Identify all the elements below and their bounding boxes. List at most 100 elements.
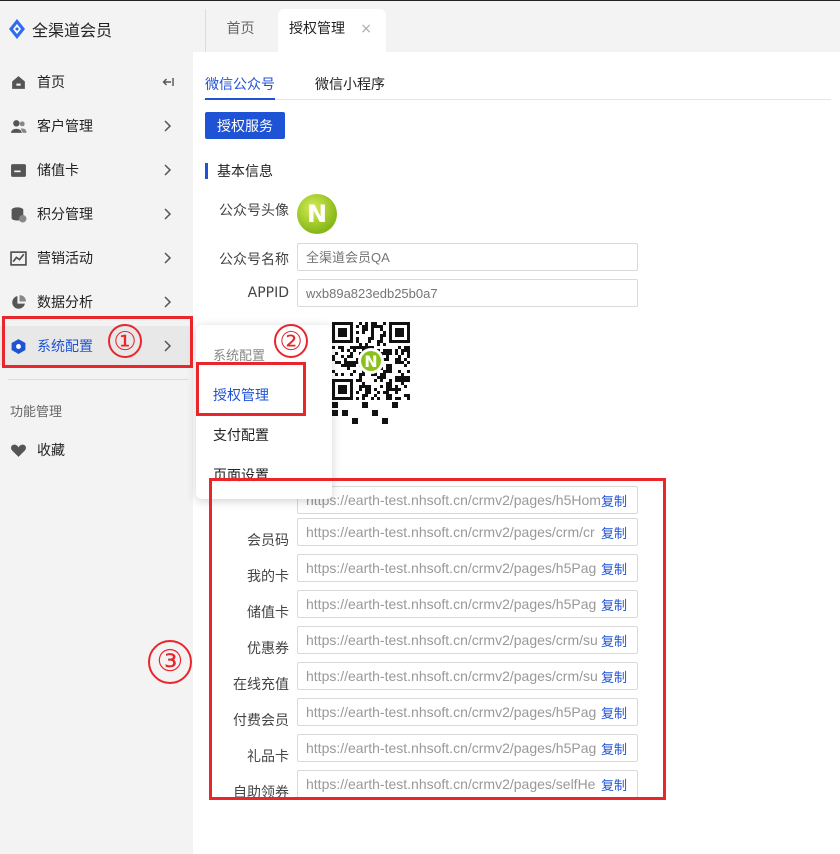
- sidebar-item-label: 数据分析: [37, 295, 93, 311]
- sidebar-item-customers[interactable]: 客户管理: [0, 106, 193, 146]
- close-icon[interactable]: ×: [360, 9, 372, 49]
- avatar-letter: N: [306, 200, 328, 228]
- heart-icon: [11, 444, 26, 457]
- link-field[interactable]: https://earth-test.nhsoft.cn/crmv2/pages…: [297, 554, 638, 582]
- users-icon: [11, 119, 27, 133]
- sidebar-item-home[interactable]: 首页: [0, 62, 193, 102]
- appid-label: APPID: [247, 285, 289, 301]
- tab-home[interactable]: 首页: [205, 9, 275, 53]
- link-url: https://earth-test.nhsoft.cn/crmv2/pages…: [306, 776, 596, 792]
- sidebar-section-title: 功能管理: [10, 405, 63, 420]
- account-name-label: 公众号名称: [219, 252, 289, 268]
- submenu-item-payment-config[interactable]: 支付配置: [213, 425, 269, 445]
- link-url: https://earth-test.nhsoft.cn/crmv2/pages…: [306, 704, 597, 720]
- chevron-right-icon: [164, 252, 172, 264]
- copy-button[interactable]: 复制: [601, 667, 637, 686]
- sidebar-divider: [8, 379, 188, 380]
- sidebar-item-favorites[interactable]: 收藏: [0, 430, 193, 470]
- copy-button[interactable]: 复制: [601, 775, 637, 794]
- sidebar-item-label: 首页: [37, 75, 65, 91]
- link-field[interactable]: https://earth-test.nhsoft.cn/crmv2/pages…: [297, 770, 638, 798]
- sidebar-item-label: 系统配置: [37, 339, 93, 355]
- brand: 全渠道会员: [8, 17, 112, 41]
- avatar: N: [297, 194, 337, 234]
- link-label: 在线充值: [233, 677, 289, 693]
- copy-button[interactable]: 复制: [601, 491, 637, 510]
- sidebar-item-points[interactable]: 积分管理: [0, 194, 193, 234]
- submenu-item-auth-management[interactable]: 授权管理: [213, 385, 269, 405]
- link-label: 储值卡: [247, 605, 289, 621]
- tab-auth-management[interactable]: 授权管理 ×: [278, 9, 386, 53]
- qr-code: N: [332, 322, 410, 424]
- system-config-submenu: 系统配置 授权管理 支付配置 页面设置: [196, 325, 332, 499]
- link-url: https://earth-test.nhsoft.cn/crmv2/pages…: [306, 632, 598, 648]
- link-url: https://earth-test.nhsoft.cn/crmv2/pages…: [306, 668, 598, 684]
- chevron-right-icon: [164, 296, 172, 308]
- logo-icon: [9, 19, 25, 39]
- section-title: 基本信息: [217, 164, 273, 180]
- sidebar-item-label: 储值卡: [37, 163, 79, 179]
- link-url: https://earth-test.nhsoft.cn/crmv2/pages…: [306, 560, 597, 576]
- submenu-item-page-settings[interactable]: 页面设置: [213, 465, 269, 485]
- app-title: 全渠道会员: [32, 21, 113, 40]
- pie-chart-icon: [12, 294, 26, 309]
- link-field[interactable]: https://earth-test.nhsoft.cn/crmv2/pages…: [297, 626, 638, 654]
- sidebar-item-label: 客户管理: [37, 119, 93, 135]
- annotation-number-3: ③: [148, 640, 192, 684]
- account-name-field[interactable]: [297, 243, 638, 271]
- annotation-number-2: ②: [274, 324, 308, 358]
- active-tab-indicator: [205, 98, 275, 100]
- link-label: 自助领券: [233, 785, 289, 801]
- section-basic-info: 基本信息: [205, 162, 273, 180]
- annotation-number-1: ①: [108, 324, 142, 358]
- link-label: 会员码: [247, 533, 289, 549]
- link-field[interactable]: https://earth-test.nhsoft.cn/crmv2/pages…: [297, 590, 638, 618]
- chevron-right-icon: [164, 208, 172, 220]
- link-label: 优惠券: [247, 641, 289, 657]
- copy-button[interactable]: 复制: [601, 523, 637, 542]
- sidebar-item-analytics[interactable]: 数据分析: [0, 282, 193, 322]
- tabs-divider: [203, 99, 831, 100]
- link-url: https://earth-test.nhsoft.cn/crmv2/pages…: [306, 740, 597, 756]
- home-icon: [12, 75, 25, 89]
- collapse-sidebar-icon[interactable]: [160, 75, 174, 89]
- tab-wechat-official-account[interactable]: 微信公众号: [205, 74, 275, 94]
- sidebar-item-system-config[interactable]: 系统配置: [0, 326, 193, 366]
- link-label: 付费会员: [233, 713, 289, 729]
- sidebar: 首页 客户管理 储值卡 积分管理 营销活动 数据分析 系统配置 功能管理 收藏: [0, 52, 193, 854]
- card-icon: [11, 163, 26, 177]
- copy-button[interactable]: 复制: [601, 595, 637, 614]
- auth-service-button[interactable]: 授权服务: [205, 112, 285, 139]
- sidebar-item-label: 积分管理: [37, 207, 93, 223]
- hexagon-icon: [11, 338, 26, 354]
- link-field[interactable]: https://earth-test.nhsoft.cn/crmv2/pages…: [297, 698, 638, 726]
- link-url: https://earth-test.nhsoft.cn/crmv2/pages…: [306, 492, 601, 508]
- link-url: https://earth-test.nhsoft.cn/crmv2/pages…: [306, 596, 597, 612]
- coins-icon: [11, 206, 27, 222]
- sidebar-item-marketing[interactable]: 营销活动: [0, 238, 193, 278]
- sidebar-item-label: 营销活动: [37, 251, 93, 267]
- tab-label: 授权管理: [289, 21, 345, 37]
- top-bar: 全渠道会员 首页 授权管理 ×: [0, 0, 840, 53]
- chevron-right-icon: [164, 164, 172, 176]
- copy-button[interactable]: 复制: [601, 559, 637, 578]
- chevron-right-icon: [164, 120, 172, 132]
- copy-button[interactable]: 复制: [601, 631, 637, 650]
- appid-field[interactable]: [297, 279, 638, 307]
- sidebar-item-stored-value-card[interactable]: 储值卡: [0, 150, 193, 190]
- section-accent-bar: [205, 163, 208, 179]
- copy-button[interactable]: 复制: [601, 739, 637, 758]
- tab-wechat-mini-program[interactable]: 微信小程序: [315, 74, 385, 94]
- sidebar-item-label: 收藏: [37, 443, 65, 459]
- avatar-label: 公众号头像: [219, 203, 289, 219]
- link-field[interactable]: https://earth-test.nhsoft.cn/crmv2/pages…: [297, 734, 638, 762]
- link-field[interactable]: https://earth-test.nhsoft.cn/crmv2/pages…: [297, 662, 638, 690]
- link-label: 我的卡: [247, 569, 289, 585]
- link-field[interactable]: https://earth-test.nhsoft.cn/crmv2/pages…: [297, 518, 638, 546]
- submenu-header: 系统配置: [213, 349, 266, 364]
- link-field[interactable]: https://earth-test.nhsoft.cn/crmv2/pages…: [297, 486, 638, 514]
- link-label: 礼品卡: [247, 749, 289, 765]
- svg-text:N: N: [364, 352, 377, 371]
- copy-button[interactable]: 复制: [601, 703, 637, 722]
- chevron-right-icon: [164, 340, 172, 352]
